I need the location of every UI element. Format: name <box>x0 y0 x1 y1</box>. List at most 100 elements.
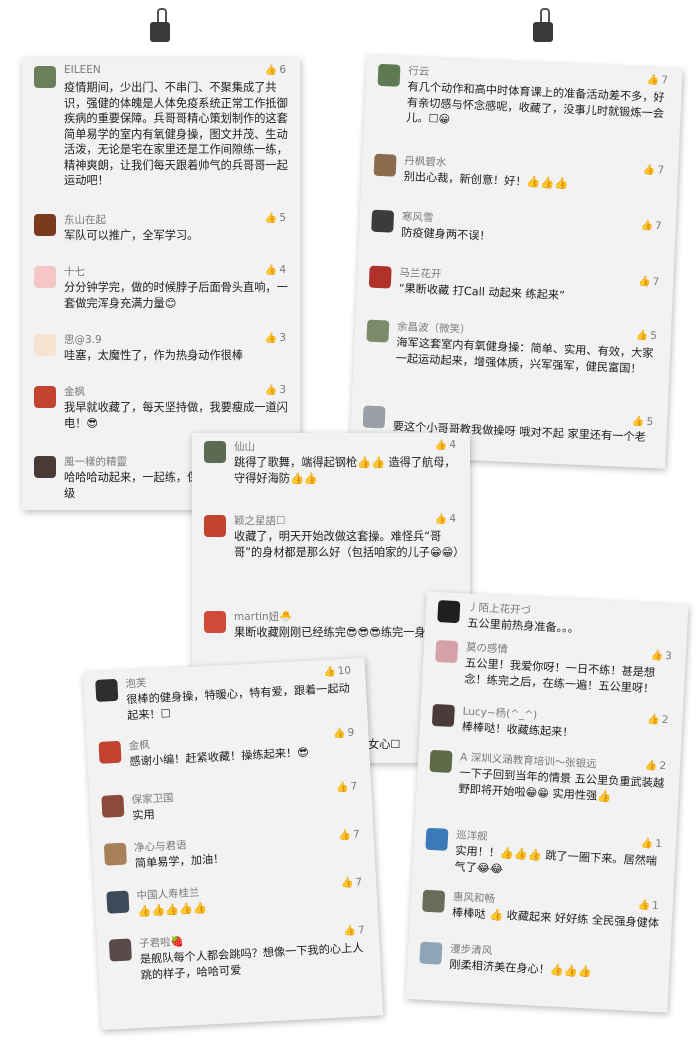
like-count: 7 <box>352 828 360 841</box>
like-count: 3 <box>279 384 286 396</box>
comment-author: 行云 <box>407 65 430 79</box>
avatar <box>103 842 127 866</box>
thumb-up-icon: 👍 <box>340 877 354 890</box>
like-button[interactable]: 👍7 <box>638 275 660 288</box>
thumb-up-icon: 👍 <box>338 829 352 842</box>
like-count: 4 <box>279 264 286 276</box>
comment-text: 疫情期间，少出门、不串门、不聚集成了共识，强健的体魄是人体免疫系统正常工作抵御疾… <box>64 81 288 187</box>
thumb-up-icon: 👍 <box>635 330 649 342</box>
like-count: 7 <box>654 220 662 233</box>
comment-author: 泡芙 <box>125 677 147 691</box>
like-button[interactable]: 👍1 <box>637 899 659 912</box>
like-button[interactable]: 👍2 <box>647 713 669 726</box>
thumb-up-icon: 👍 <box>637 899 651 912</box>
comment-text: 海军这套室内有氧健身操：简单、实用、有效，大家一起运动起来，增强体质，兴军强军，… <box>395 335 654 376</box>
comment-text: 我早就收藏了，每天坚持做，我要瘦成一道闪电！😎 <box>64 401 288 430</box>
like-button[interactable]: 👍7 <box>646 74 669 87</box>
like-button[interactable]: 👍2 <box>645 759 667 772</box>
avatar <box>368 265 392 289</box>
avatar <box>435 639 459 664</box>
comment-text: 刚柔相济美在身心！👍👍👍 <box>449 958 592 979</box>
like-button[interactable]: 👍7 <box>643 163 665 176</box>
like-count: 5 <box>279 212 286 224</box>
like-button[interactable]: 👍9 <box>333 727 355 740</box>
like-count: 9 <box>347 726 355 739</box>
like-count: 7 <box>661 74 669 87</box>
comment-text: 很棒的健身操，特暖心，特有爱，跟着一起动起来！☐ <box>125 681 351 722</box>
thumb-up-icon: 👍 <box>264 65 278 76</box>
avatar <box>429 749 453 773</box>
like-button[interactable]: 👍 5 <box>265 212 286 224</box>
avatar <box>377 63 401 87</box>
comment-text: 跳得了歌舞，端得起钢枪👍👍 造得了航母，守得好海防👍👍 <box>234 456 456 485</box>
avatar <box>437 600 461 624</box>
like-count: 1 <box>651 899 660 912</box>
thumb-up-icon: 👍 <box>343 925 357 938</box>
avatar <box>366 319 390 343</box>
comment-card: 行云 👍 7 有几个动作和高中时体育课上的准备活动差不多，好有亲切感与怀念感呢，收… <box>349 55 683 469</box>
thumb-up-icon: 👍 <box>644 760 658 772</box>
comment-text: 收藏了，明天开始改做这套操。难怪兵“哥哥”的身材都是那么好（包括咱家的儿子😁😁） <box>234 530 460 559</box>
thumb-up-icon: 👍 <box>335 781 349 794</box>
like-count: 7 <box>357 924 366 937</box>
avatar <box>106 890 130 914</box>
thumb-up-icon: 👍 <box>637 276 651 288</box>
like-count: 4 <box>449 513 456 525</box>
like-button[interactable]: 👍7 <box>341 876 363 889</box>
comment-text: 棒棒哒！收藏练起来！ <box>461 720 574 740</box>
like-count: 7 <box>657 164 665 177</box>
like-count: 7 <box>355 876 363 889</box>
comment-author: 净心与君语 <box>133 839 187 855</box>
comment-text: 哇塞，太魔性了，作为热身动作很棒 <box>64 349 244 362</box>
thumb-up-icon: 👍 <box>646 74 660 87</box>
avatar <box>101 794 125 818</box>
comment-author: martin妞🐣 <box>234 611 293 623</box>
like-button[interactable]: 👍 5 <box>636 329 658 342</box>
comment-card: 丿陌上花开づ 五公里前热身准备。。。 莫の感情 👍3 五公里！我爱你呀！一日不练… <box>405 591 689 1013</box>
thumb-up-icon: 👍 <box>323 666 337 679</box>
comment-author: 巡洋舰 <box>455 829 488 843</box>
like-button[interactable]: 👍4 <box>435 439 456 451</box>
like-button[interactable]: 👍7 <box>338 828 360 841</box>
avatar <box>34 334 56 356</box>
thumb-up-icon: 👍 <box>434 440 448 451</box>
comment-item: 行云 👍 7 有几个动作和高中时体育课上的准备活动差不多，好有亲切感与怀念感呢，收… <box>363 59 683 163</box>
like-button[interactable]: 👍7 <box>343 924 365 937</box>
comment-text: 分分钟学完，做的时候脖子后面骨头直响，一套做完浑身充满力量😊 <box>64 281 288 310</box>
like-button[interactable]: 👍3 <box>265 384 286 396</box>
thumb-up-icon: 👍 <box>631 416 645 428</box>
like-count: 10 <box>337 664 352 678</box>
comment-item: EILEEN 👍 6 疫情期间，少出门、不串门、不聚集成了共识，强健的体魄是人体免… <box>22 62 300 210</box>
like-count: 2 <box>659 759 667 773</box>
like-count: 7 <box>350 780 358 793</box>
like-button[interactable]: 👍 5 <box>632 415 654 428</box>
like-button[interactable]: 👍3 <box>265 332 286 344</box>
like-button[interactable]: 👍4 <box>435 513 456 525</box>
like-button[interactable]: 👍1 <box>641 837 663 850</box>
comment-text: 防疫健身两不误！ <box>400 225 491 243</box>
like-button[interactable]: 👍7 <box>640 219 662 232</box>
avatar <box>95 678 119 702</box>
comment-item: 余昌波（微笑） 👍 5 海军这套室内有氧健身操：简单、实用、有效，大家一起运动起来… <box>352 315 671 415</box>
thumb-up-icon: 👍 <box>264 265 278 276</box>
thumb-up-icon: 👍 <box>434 514 448 525</box>
like-button[interactable]: 👍10 <box>323 665 351 678</box>
avatar <box>204 611 226 633</box>
comment-author: 金枫 <box>64 386 85 398</box>
comment-author: 子君啦🍓 <box>138 935 184 951</box>
thumb-up-icon: 👍 <box>640 837 654 850</box>
comment-author: EILEEN <box>64 64 101 76</box>
comment-author: 仙山 <box>234 441 255 453</box>
like-button[interactable]: 👍 6 <box>265 64 286 76</box>
thumb-up-icon: 👍 <box>640 220 654 232</box>
binder-clip-left-icon <box>150 8 170 42</box>
like-button[interactable]: 👍7 <box>336 780 358 793</box>
like-button[interactable]: 👍3 <box>650 649 672 662</box>
thumb-up-icon: 👍 <box>642 164 656 176</box>
like-button[interactable]: 👍4 <box>265 264 286 276</box>
avatar <box>34 66 56 88</box>
comment-item: 十七 👍 4 分分钟学完，做的时候脖子后面骨头直响，一套做完浑身充满力量😊 <box>22 262 300 330</box>
avatar <box>108 938 132 962</box>
comment-text: 感谢小编！赶紧收藏！操练起来！😎 <box>129 745 310 769</box>
comment-author: 马兰花开 <box>399 266 442 281</box>
